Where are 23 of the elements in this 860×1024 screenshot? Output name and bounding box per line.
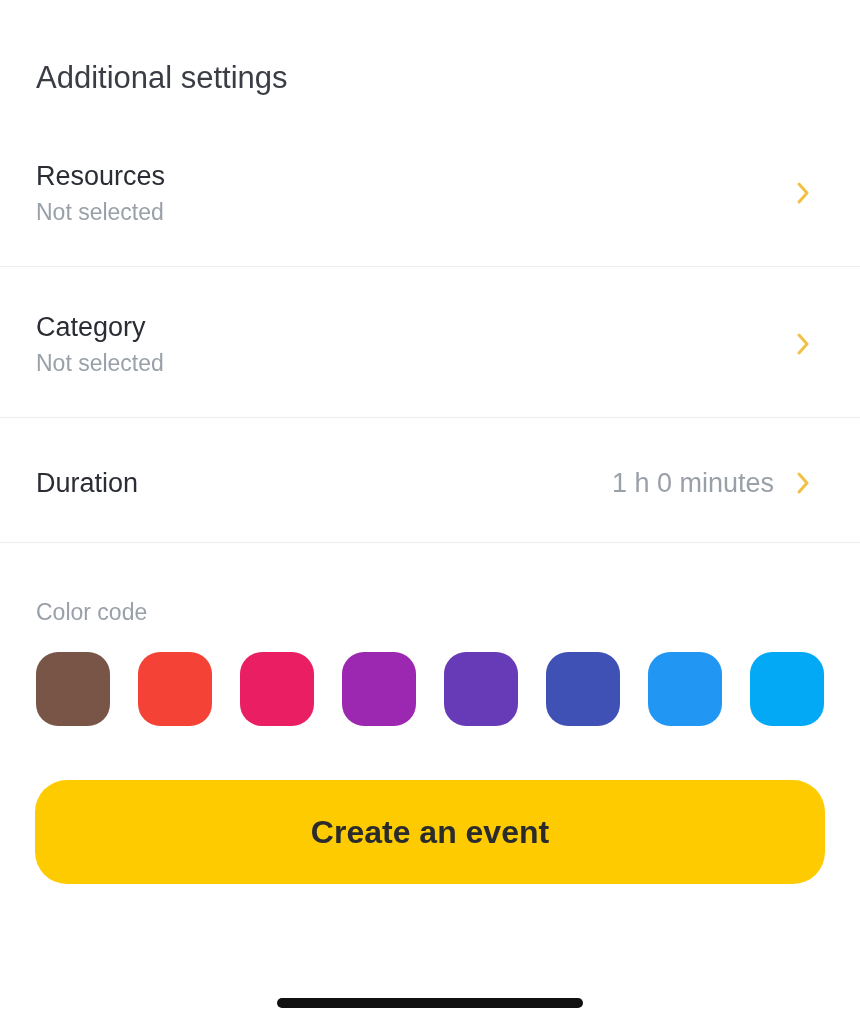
color-swatch[interactable] [750,652,824,726]
color-code-label: Color code [36,599,148,626]
create-event-button[interactable]: Create an event [35,780,825,884]
chevron-right-icon [796,471,810,495]
color-swatch[interactable] [546,652,620,726]
row-value: 1 h 0 minutes [611,467,774,499]
color-swatch[interactable] [648,652,722,726]
settings-row[interactable]: Category Not selected [0,267,860,417]
color-swatch[interactable] [342,652,416,726]
settings-row[interactable]: Duration 1 h 0 minutes [0,418,860,542]
row-label: Category [36,311,147,343]
row-label: Duration [36,467,140,499]
section-title: Additional settings [36,60,289,97]
chevron-right-icon [796,181,810,205]
color-swatch[interactable] [138,652,212,726]
settings-row[interactable]: Resources Not selected [0,116,860,266]
row-subtitle: Not selected [36,349,165,377]
color-swatch[interactable] [36,652,110,726]
chevron-right-icon [796,332,810,356]
row-label: Resources [36,160,167,192]
color-swatch[interactable] [444,652,518,726]
color-swatch[interactable] [240,652,314,726]
row-subtitle: Not selected [36,198,165,226]
